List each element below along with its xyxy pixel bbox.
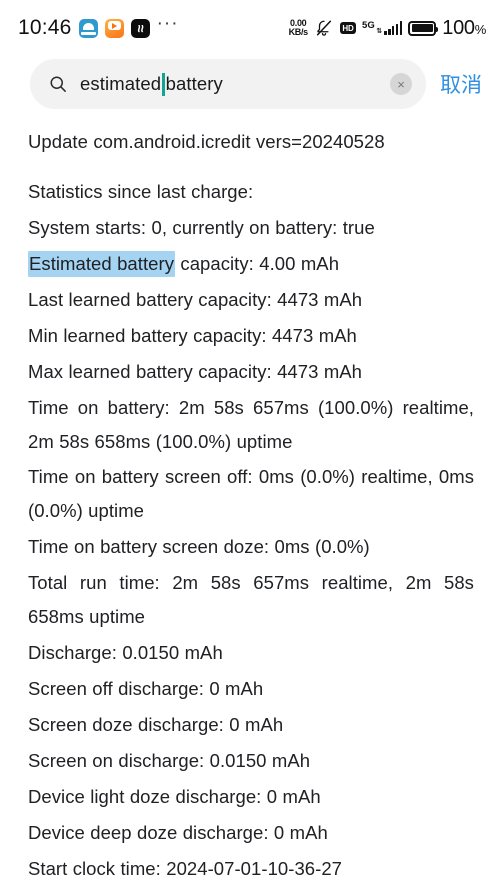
battery-stats-text: Update com.android.icredit vers=20240528… — [0, 112, 500, 883]
video-app-icon — [104, 18, 124, 38]
search-input-container[interactable]: estimated battery × — [30, 59, 426, 109]
search-match-highlight: Estimated battery — [28, 251, 176, 277]
search-text-after-caret: battery — [165, 73, 223, 94]
signal-bars-icon — [384, 21, 403, 35]
notification-overflow-icon: ··· — [156, 13, 179, 34]
search-icon — [50, 76, 66, 92]
stats-line: Max learned battery capacity: 4473 mAh — [28, 361, 363, 382]
capcut-app-icon — [130, 18, 150, 38]
status-bar-left: 10:46 ··· — [18, 13, 179, 40]
stats-line: Discharge: 0.0150 mAh — [28, 642, 223, 663]
text-caret — [162, 72, 165, 96]
stats-line: Time on battery: 2m 58s 657ms (100.0%) r… — [28, 397, 474, 452]
battery-icon — [408, 20, 439, 36]
stats-line: Total run time: 2m 58s 657ms realtime, 2… — [28, 572, 474, 627]
stats-line: Screen off discharge: 0 mAh — [28, 678, 264, 699]
clear-search-button[interactable]: × — [390, 73, 412, 95]
cancel-search-button[interactable]: 取消 — [438, 69, 486, 99]
stats-line: Time on battery screen doze: 0ms (0.0%) — [28, 536, 370, 557]
stats-line: Screen doze discharge: 0 mAh — [28, 714, 284, 735]
status-clock: 10:46 — [18, 16, 72, 39]
stats-line: Update com.android.icredit vers=20240528 — [28, 131, 385, 152]
network-speed-indicator: 0.00 KB/s — [288, 18, 309, 38]
ringer-off-icon — [316, 20, 331, 36]
stats-line: Screen on discharge: 0.0150 mAh — [28, 750, 311, 771]
stats-line-rest: capacity: 4.00 mAh — [175, 253, 340, 274]
stats-line: Statistics since last charge: — [28, 181, 254, 202]
stats-line: Time on battery screen off: 0ms (0.0%) r… — [28, 466, 474, 521]
stats-line: Last learned battery capacity: 4473 mAh — [28, 289, 363, 310]
status-bar-right: 0.00 KB/s HD 5G ⇅ 100% — [288, 16, 487, 40]
hd-badge-icon: HD — [339, 22, 357, 34]
percent-symbol: % — [474, 21, 487, 37]
cellular-signal-indicator: 5G ⇅ — [362, 20, 403, 35]
battery-percent-label: 100% — [442, 16, 487, 39]
stats-line: Device light doze discharge: 0 mAh — [28, 786, 321, 807]
stats-line-highlighted: Estimated battery capacity: 4.00 mAh — [28, 246, 474, 282]
search-bar: estimated battery × 取消 — [0, 56, 500, 112]
stats-line: Min learned battery capacity: 4473 mAh — [28, 325, 357, 346]
search-input[interactable]: estimated battery — [80, 72, 378, 96]
status-bar: 10:46 ··· 0.00 KB/s HD 5G ⇅ 100% — [0, 0, 500, 56]
search-text-before-caret: estimated — [80, 73, 162, 94]
network-speed-unit: KB/s — [288, 27, 309, 37]
stats-line: System starts: 0, currently on battery: … — [28, 217, 375, 238]
data-transfer-arrows-icon: ⇅ — [376, 28, 382, 35]
cloud-app-icon — [78, 18, 98, 38]
network-type-label: 5G — [362, 20, 375, 31]
stats-line: Device deep doze discharge: 0 mAh — [28, 822, 328, 843]
battery-fill — [411, 24, 433, 32]
stats-line: Start clock time: 2024-07-01-10-36-27 — [28, 858, 343, 879]
